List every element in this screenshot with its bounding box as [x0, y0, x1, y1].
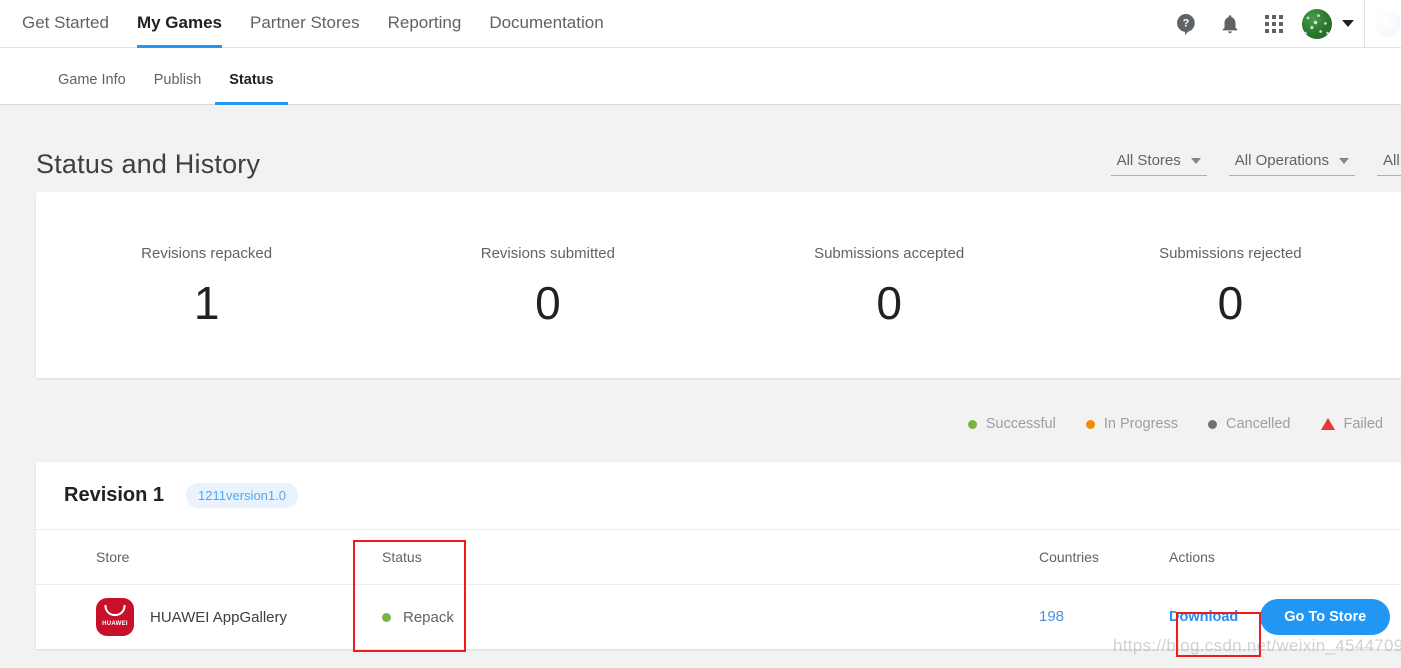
legend-label: Cancelled	[1226, 416, 1291, 432]
app-root: Get Started My Games Partner Stores Repo…	[0, 0, 1401, 668]
status-text: Repack	[403, 608, 454, 626]
legend-item-successful: Successful	[967, 416, 1056, 432]
status-legend: Successful In Progress Cancelled Failed	[0, 378, 1401, 448]
filter-group: All Stores All Operations All	[1089, 152, 1401, 176]
notifications-button[interactable]	[1208, 0, 1252, 48]
download-link[interactable]: Download	[1169, 609, 1238, 625]
legend-item-cancelled: Cancelled	[1208, 416, 1291, 432]
filter-all-operations-label: All Operations	[1234, 152, 1329, 169]
apps-grid-icon	[1265, 14, 1283, 33]
legend-label: In Progress	[1103, 416, 1178, 432]
chevron-down-icon	[1339, 157, 1349, 164]
stat-revisions-submitted: Revisions submitted 0	[377, 245, 718, 326]
tab-publish[interactable]: Publish	[140, 72, 216, 104]
stat-submissions-accepted: Submissions accepted 0	[719, 245, 1060, 326]
nav-item-documentation[interactable]: Documentation	[475, 0, 617, 48]
failed-warning-triangle-icon	[1320, 418, 1335, 430]
stat-value: 1	[193, 276, 220, 329]
huawei-appgallery-icon: HUAWEI	[96, 598, 134, 636]
chevron-down-icon[interactable]	[1342, 20, 1354, 27]
svg-text:?: ?	[1183, 17, 1190, 29]
stat-label: Revisions submitted	[480, 244, 615, 262]
nav-item-reporting[interactable]: Reporting	[374, 0, 476, 48]
help-icon: ?	[1177, 13, 1195, 35]
filter-all-third[interactable]: All	[1377, 152, 1401, 176]
column-header-store: Store	[96, 549, 130, 565]
top-nav-links: Get Started My Games Partner Stores Repo…	[0, 0, 618, 48]
revision-header: Revision 1 1211version1.0	[36, 462, 1401, 530]
filter-all-operations[interactable]: All Operations	[1228, 152, 1355, 176]
legend-label: Failed	[1343, 416, 1384, 432]
column-header-actions: Actions	[1169, 549, 1215, 565]
summary-stats-card: Revisions repacked 1 Revisions submitted…	[36, 192, 1401, 378]
top-nav-actions: ?	[1164, 0, 1401, 48]
page-content: Status and History All Stores All Operat…	[0, 106, 1401, 668]
nav-item-my-games[interactable]: My Games	[123, 0, 236, 48]
revision-version-badge: 1211version1.0	[186, 483, 298, 508]
cell-status: Repack	[354, 609, 644, 626]
stat-revisions-repacked: Revisions repacked 1	[36, 245, 377, 326]
store-name: HUAWEI AppGallery	[150, 608, 287, 626]
in-progress-dot-icon	[1085, 419, 1095, 429]
revision-card: Revision 1 1211version1.0 Store Status C…	[36, 462, 1401, 649]
countries-count-link[interactable]: 198	[1039, 608, 1064, 625]
column-header-countries: Countries	[1039, 549, 1099, 565]
legend-item-in-progress: In Progress	[1085, 416, 1178, 432]
page-header: Status and History All Stores All Operat…	[0, 106, 1401, 192]
revision-title: Revision 1	[64, 484, 165, 506]
page-title: Status and History	[36, 148, 261, 179]
legend-label: Successful	[985, 416, 1056, 432]
avatar[interactable]	[1302, 8, 1332, 39]
filter-all-stores-label: All Stores	[1116, 152, 1181, 169]
cell-actions: Download Go To Store	[1141, 599, 1401, 635]
stat-label: Submissions rejected	[1159, 244, 1302, 262]
stat-label: Revisions repacked	[141, 244, 273, 262]
nav-item-get-started[interactable]: Get Started	[8, 0, 123, 48]
nav-item-partner-stores[interactable]: Partner Stores	[236, 0, 374, 48]
successful-dot-icon	[967, 419, 977, 429]
sub-tab-bar: Game Info Publish Status	[0, 48, 1401, 105]
legend-item-failed: Failed	[1320, 416, 1384, 432]
huawei-icon-label: HUAWEI	[102, 621, 128, 627]
filter-all-stores[interactable]: All Stores	[1110, 152, 1207, 176]
stat-submissions-rejected: Submissions rejected 0	[1060, 245, 1401, 326]
tab-status[interactable]: Status	[215, 72, 288, 105]
help-button[interactable]: ?	[1164, 0, 1208, 48]
cancelled-dot-icon	[1208, 419, 1217, 429]
table-row: HUAWEI HUAWEI AppGallery Repack 198 Down…	[36, 585, 1401, 649]
cell-countries: 198	[1011, 608, 1141, 626]
filter-all-third-label: All	[1383, 152, 1400, 169]
table-header-row: Store Status Countries Actions	[36, 530, 1401, 585]
bell-icon	[1222, 14, 1238, 33]
column-header-status: Status	[382, 549, 422, 565]
stat-value: 0	[1217, 276, 1244, 329]
go-to-store-button[interactable]: Go To Store	[1260, 599, 1391, 635]
chevron-down-icon	[1190, 157, 1201, 164]
stat-value: 0	[535, 276, 561, 329]
tab-game-info[interactable]: Game Info	[44, 72, 140, 104]
stat-value: 0	[876, 276, 902, 329]
cell-store: HUAWEI HUAWEI AppGallery	[36, 598, 354, 636]
secondary-avatar[interactable]	[1375, 10, 1401, 37]
stat-label: Submissions accepted	[814, 244, 965, 262]
apps-button[interactable]	[1252, 0, 1296, 48]
top-navigation-bar: Get Started My Games Partner Stores Repo…	[0, 0, 1401, 48]
nav-divider	[1364, 0, 1365, 48]
status-dot-icon	[382, 612, 391, 622]
